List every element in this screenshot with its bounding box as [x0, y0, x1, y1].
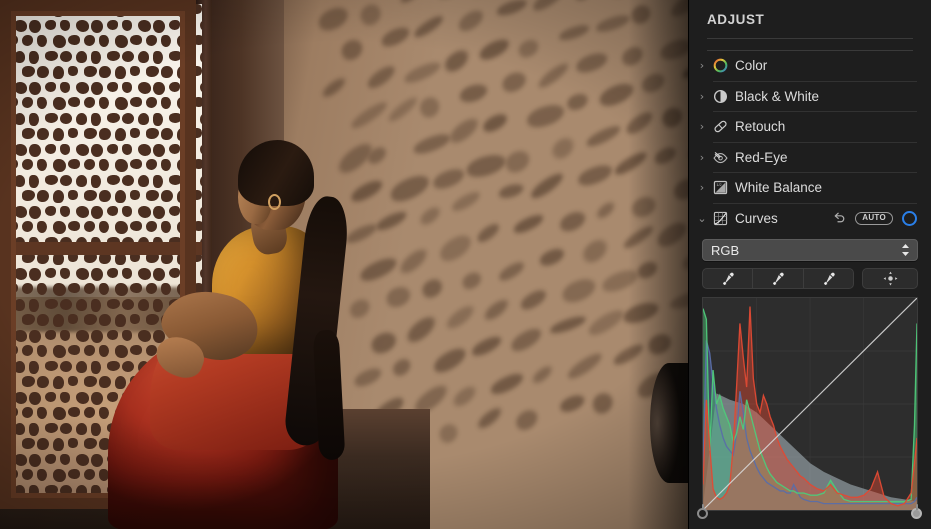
adjust-inspector-panel: ADJUST › Color › Black & White › Retouch › …: [688, 0, 931, 529]
black-point-eyedropper[interactable]: [703, 269, 754, 288]
curves-graph-area[interactable]: [697, 297, 922, 527]
add-point-target[interactable]: [862, 268, 918, 289]
adjust-row-label: Black & White: [735, 88, 820, 104]
curves-row-controls: AUTO: [833, 210, 917, 226]
adjust-row-label: Curves: [735, 210, 778, 226]
channel-select-value: RGB: [711, 242, 740, 258]
eyedropper-icon: [773, 272, 785, 285]
chevron-right-icon[interactable]: ›: [695, 91, 709, 102]
chevron-right-icon[interactable]: ›: [695, 152, 709, 163]
crosshair-target-icon: [883, 271, 897, 286]
chevron-right-icon[interactable]: ›: [695, 60, 709, 71]
adjust-row-white-balance[interactable]: › 1/2 White Balance: [689, 173, 931, 203]
undo-arrow-icon[interactable]: [833, 211, 846, 226]
adjust-row-red-eye[interactable]: › Red-Eye: [689, 143, 931, 173]
curves-tool-row: [702, 268, 918, 289]
image-viewer[interactable]: [0, 0, 688, 529]
channel-select[interactable]: RGB: [702, 239, 918, 261]
curves-controls: RGB: [689, 233, 931, 527]
adjust-row-label: Color: [735, 58, 768, 74]
contrast-circle-icon: [713, 89, 727, 103]
color-wheel-icon: [709, 57, 731, 75]
gray-point-eyedropper[interactable]: [753, 269, 804, 288]
eye-slash-icon: [712, 151, 728, 163]
eyedropper-icon: [823, 272, 835, 285]
eyedropper-group: [702, 268, 854, 289]
retouch-bandage-icon: [713, 120, 727, 133]
curve-endpoint-handles: [697, 504, 922, 527]
enable-toggle-circle-icon[interactable]: [902, 210, 917, 226]
adjust-row-label: Red-Eye: [735, 149, 788, 165]
white-balance-icon: 1/2: [709, 179, 731, 197]
curves-grid-icon: [709, 209, 731, 227]
histogram-svg: [703, 298, 917, 510]
adjust-row-retouch[interactable]: › Retouch: [689, 112, 931, 142]
svg-text:1/2: 1/2: [716, 183, 721, 187]
up-down-chevron-icon: [901, 243, 910, 257]
auto-button[interactable]: AUTO: [855, 211, 893, 225]
adjust-row-color[interactable]: › Color: [689, 51, 931, 81]
curves-grid-icon: [713, 211, 727, 225]
black-handle-stem: [701, 504, 704, 510]
retouch-bandage-icon: [709, 118, 731, 136]
contrast-circle-icon: [709, 87, 731, 105]
color-wheel-icon: [713, 58, 727, 73]
chevron-right-icon[interactable]: ›: [695, 121, 709, 132]
histogram-curve-graph[interactable]: [702, 297, 918, 511]
white-handle-stem: [915, 504, 918, 510]
adjust-row-label: Retouch: [735, 119, 786, 135]
chevron-right-icon[interactable]: ›: [695, 182, 709, 193]
black-point-handle[interactable]: [696, 504, 709, 520]
vignette: [0, 0, 688, 529]
chevron-down-icon[interactable]: ⌄: [695, 213, 709, 224]
photo-canvas: [0, 0, 688, 529]
white-point-handle[interactable]: [910, 504, 923, 520]
adjust-row-label: White Balance: [735, 180, 823, 196]
photo-editor-window: ADJUST › Color › Black & White › Retouch › …: [0, 0, 931, 529]
panel-title: ADJUST: [707, 12, 765, 27]
white-balance-icon: 1/2: [713, 181, 727, 195]
eyedropper-icon: [723, 272, 734, 285]
adjust-row-black-white[interactable]: › Black & White: [689, 82, 931, 112]
eye-slash-icon: [709, 148, 731, 166]
white-point-eyedropper[interactable]: [804, 269, 853, 288]
adjustment-list: › Color › Black & White › Retouch › Red-Eye…: [689, 51, 931, 233]
adjust-row-curves[interactable]: ⌄ Curves AUTO: [689, 204, 931, 234]
